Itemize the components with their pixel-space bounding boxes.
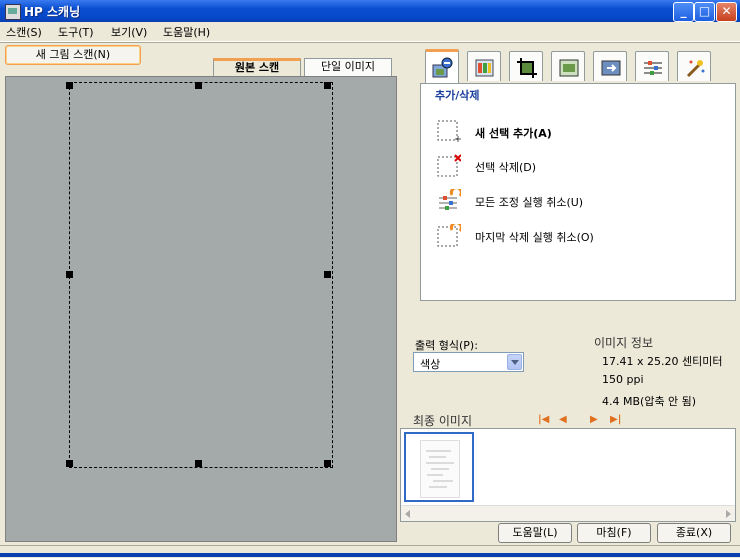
- image-info-title: 이미지 정보: [594, 336, 654, 350]
- resize-handle-bl[interactable]: [66, 460, 73, 467]
- resize-handle-bottom[interactable]: [195, 460, 202, 467]
- delete-selection-icon: [437, 154, 461, 177]
- add-remove-selection-icon: [432, 57, 453, 78]
- horizontal-scrollbar[interactable]: [401, 505, 735, 521]
- menu-view[interactable]: 보기(V): [111, 24, 147, 40]
- first-page-icon[interactable]: |◀: [538, 414, 549, 425]
- delete-selection-label: 선택 삭제(D): [475, 161, 537, 174]
- color-adjust-icon: [475, 59, 494, 77]
- resize-handle-top[interactable]: [195, 82, 202, 89]
- crop-icon: [517, 58, 537, 78]
- thumbnail-page: [420, 440, 460, 498]
- close-button[interactable]: ✕: [716, 2, 737, 22]
- title-bar: HP 스캐닝 _ □ ✕: [0, 0, 740, 22]
- tab-resolution[interactable]: [551, 51, 585, 81]
- image-size: 17.41 x 25.20 센티미터: [602, 355, 723, 368]
- menu-help[interactable]: 도움말(H): [163, 24, 210, 40]
- exit-button[interactable]: 종료(X): [657, 523, 731, 543]
- tab-adjustments[interactable]: [635, 51, 669, 81]
- undo-all-label: 모든 조정 실행 취소(U): [475, 196, 584, 209]
- output-icon: [601, 60, 621, 76]
- window-title: HP 스캐닝: [24, 5, 81, 19]
- tab-auto-fix[interactable]: [677, 51, 711, 81]
- output-format-label: 출력 형식(P):: [415, 339, 478, 352]
- output-format-select[interactable]: 색상: [413, 352, 524, 372]
- resolution-icon: [559, 59, 579, 77]
- tab-original-scan[interactable]: 원본 스캔: [213, 58, 301, 76]
- tab-add-remove[interactable]: [425, 49, 459, 83]
- image-file-size: 4.4 MB(압축 안 됨): [602, 395, 697, 408]
- scroll-right-icon[interactable]: [726, 510, 731, 518]
- last-page-icon[interactable]: ▶|: [610, 414, 621, 425]
- resize-handle-tl[interactable]: [66, 82, 73, 89]
- adjust-sliders-icon: [644, 61, 662, 75]
- prev-page-icon[interactable]: ◀: [559, 414, 567, 425]
- scroll-left-icon[interactable]: [405, 510, 410, 518]
- final-image-thumbnail[interactable]: [404, 432, 474, 502]
- menu-separator: [0, 42, 740, 43]
- undo-last-delete-icon: [437, 224, 461, 247]
- undo-all-icon: [439, 189, 461, 210]
- auto-fix-icon: [686, 60, 705, 78]
- app-icon: [5, 4, 21, 20]
- maximize-button[interactable]: □: [694, 2, 715, 22]
- menu-scan[interactable]: 스캔(S): [6, 24, 42, 40]
- thumbnail-scribbles: [426, 450, 454, 488]
- output-format-value: 색상: [420, 358, 441, 371]
- tab-color[interactable]: [467, 51, 501, 81]
- add-selection-icon: [437, 120, 461, 142]
- tab-crop[interactable]: [509, 51, 543, 81]
- scan-preview-area[interactable]: [5, 76, 397, 542]
- new-scan-button[interactable]: 새 그림 스캔(N): [5, 45, 141, 65]
- minimize-button[interactable]: _: [673, 2, 694, 22]
- resize-handle-tr[interactable]: [324, 82, 331, 89]
- menu-bar: 스캔(S) 도구(T) 보기(V) 도움말(H): [0, 22, 740, 42]
- tab-single-image[interactable]: 단일 이미지: [304, 58, 392, 76]
- panel-title: 추가/삭제: [435, 89, 480, 102]
- resize-handle-br[interactable]: [324, 460, 331, 467]
- menu-tools[interactable]: 도구(T): [58, 24, 94, 40]
- chevron-down-icon[interactable]: [507, 354, 522, 370]
- final-image-strip: [400, 428, 736, 522]
- add-selection-label: 새 선택 추가(A): [475, 127, 552, 140]
- resize-handle-right[interactable]: [324, 271, 331, 278]
- finish-button[interactable]: 마침(F): [577, 523, 651, 543]
- resize-handle-left[interactable]: [66, 271, 73, 278]
- next-page-icon[interactable]: ▶: [590, 414, 598, 425]
- add-remove-panel: 추가/삭제 새 선택 추가(A) 선택 삭제(D) 모든 조정 실행 취소(U)…: [420, 83, 736, 301]
- taskbar-strip: [0, 553, 740, 557]
- undo-last-delete-label: 마지막 삭제 실행 취소(O): [475, 231, 594, 244]
- selection-rectangle[interactable]: [69, 82, 333, 468]
- image-resolution: 150 ppi: [602, 373, 644, 386]
- tab-output[interactable]: [593, 51, 627, 81]
- help-button[interactable]: 도움말(L): [498, 523, 572, 543]
- final-image-title: 최종 이미지: [413, 414, 473, 428]
